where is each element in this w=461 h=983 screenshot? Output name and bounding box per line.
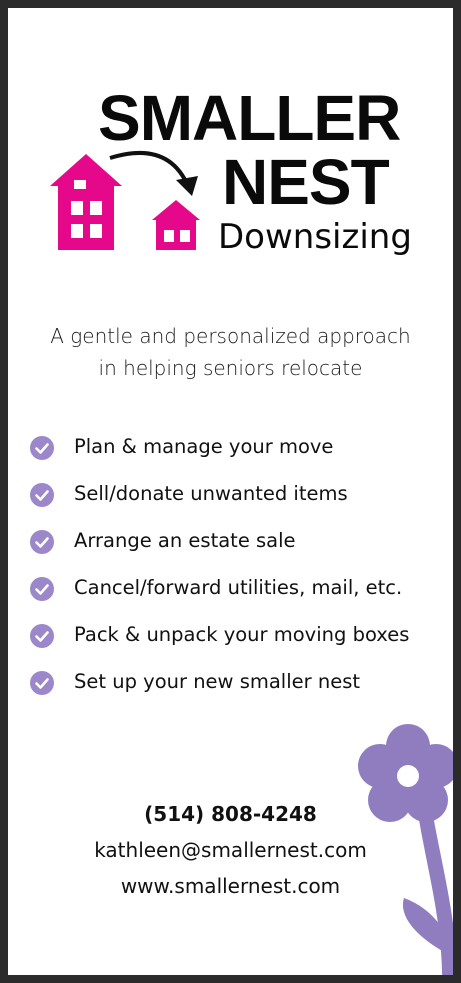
service-label: Plan & manage your move	[74, 435, 334, 458]
check-circle-icon	[30, 624, 54, 648]
list-item: Pack & unpack your moving boxes	[30, 620, 409, 667]
logo-word-smaller: SMALLER	[98, 82, 401, 154]
service-label: Pack & unpack your moving boxes	[74, 623, 410, 646]
logo-word-nest: NEST	[222, 146, 390, 218]
email-address: kathleen@smallernest.com	[94, 838, 367, 862]
check-circle-icon	[30, 577, 54, 601]
logo: SMALLER NEST Downsizing	[48, 86, 428, 266]
houses-arrow-icon	[50, 150, 200, 250]
tagline-line-1: A gentle and personalized approach	[50, 324, 411, 348]
website-url: www.smallernest.com	[120, 874, 341, 898]
list-item: Cancel/forward utilities, mail, etc.	[30, 573, 409, 620]
phone-number: (514) 808-4248	[144, 802, 317, 826]
list-item: Arrange an estate sale	[30, 526, 409, 573]
service-label: Arrange an estate sale	[74, 529, 296, 552]
list-item: Set up your new smaller nest	[30, 667, 409, 714]
logo-word-downsizing: Downsizing	[218, 217, 412, 257]
tagline: A gentle and personalized approach in he…	[8, 320, 453, 384]
flyer-card: SMALLER NEST Downsizing A gentle and per…	[0, 0, 461, 983]
check-circle-icon	[30, 483, 54, 507]
service-label: Set up your new smaller nest	[74, 670, 361, 693]
contact-block: (514) 808-4248 kathleen@smallernest.com …	[8, 800, 453, 904]
check-circle-icon	[30, 530, 54, 554]
list-item: Plan & manage your move	[30, 432, 409, 479]
tagline-line-2: in helping seniors relocate	[98, 356, 363, 380]
check-circle-icon	[30, 436, 54, 460]
check-circle-icon	[30, 671, 54, 695]
list-item: Sell/donate unwanted items	[30, 479, 409, 526]
service-label: Sell/donate unwanted items	[74, 482, 348, 505]
service-label: Cancel/forward utilities, mail, etc.	[74, 576, 403, 599]
services-list: Plan & manage your move Sell/donate unwa…	[30, 432, 409, 714]
